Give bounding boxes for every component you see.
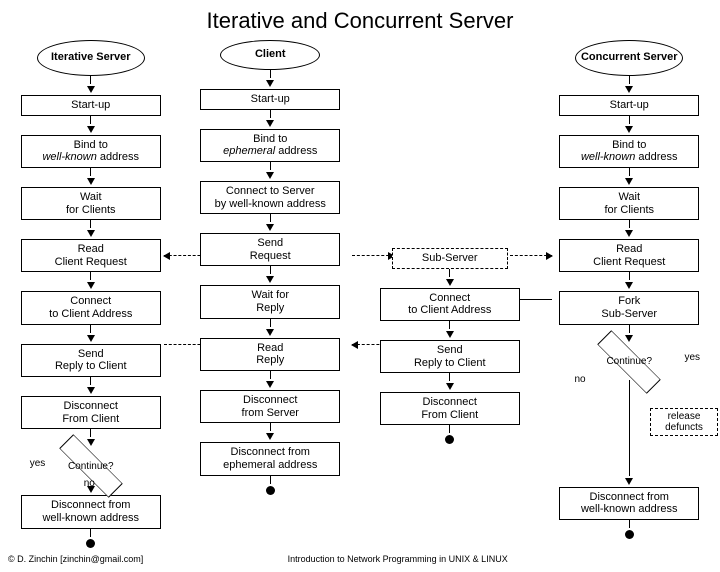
sub-send: SendReply to Client — [380, 340, 520, 373]
col-concurrent: Concurrent Server Start-up Bind towell-k… — [547, 40, 713, 539]
iter-send: SendReply to Client — [21, 344, 161, 377]
col-iterative: Iterative Server Start-up Bind towell-kn… — [8, 40, 174, 548]
conc-fork: ForkSub-Server — [559, 291, 699, 324]
header-client: Client — [220, 40, 320, 70]
conc-disc-wk: Disconnect fromwell-known address — [559, 487, 699, 520]
iter-yes: yes — [30, 458, 46, 469]
conc-startup: Start-up — [559, 95, 699, 116]
conc-no: no — [575, 374, 586, 385]
client-wait: Wait forReply — [200, 285, 340, 318]
iter-wait: Waitfor Clients — [21, 187, 161, 220]
client-bind: Bind toephemeral address — [200, 129, 340, 162]
client-startup: Start-up — [200, 89, 340, 110]
sub-header: Sub-Server — [392, 248, 508, 269]
sub-end — [445, 435, 454, 444]
client-end — [266, 486, 275, 495]
client-send: SendRequest — [200, 233, 340, 266]
sub-connect: Connectto Client Address — [380, 288, 520, 321]
iter-no: no — [84, 478, 95, 489]
copyright: © D. Zinchin [zinchin@gmail.com] — [8, 554, 143, 564]
client-read: ReadReply — [200, 338, 340, 371]
conc-wait: Waitfor Clients — [559, 187, 699, 220]
col-client: Client Start-up Bind toephemeral address… — [188, 40, 354, 495]
conc-end — [625, 530, 634, 539]
client-disc-eph: Disconnect fromephemeral address — [200, 442, 340, 475]
conc-read: ReadClient Request — [559, 239, 699, 272]
footer: © D. Zinchin [zinchin@gmail.com] Introdu… — [8, 554, 712, 564]
conc-continue: Continue? — [594, 344, 664, 380]
header-iterative: Iterative Server — [37, 40, 145, 76]
caption: Introduction to Network Programming in U… — [288, 554, 508, 564]
iter-connect: Connectto Client Address — [21, 291, 161, 324]
iter-bind: Bind towell-known address — [21, 135, 161, 168]
sub-disc: DisconnectFrom Client — [380, 392, 520, 425]
conc-release: releasedefuncts — [650, 408, 718, 436]
iter-startup: Start-up — [21, 95, 161, 116]
page-title: Iterative and Concurrent Server — [8, 8, 712, 34]
iter-read: ReadClient Request — [21, 239, 161, 272]
client-connect: Connect to Serverby well-known address — [200, 181, 340, 214]
diagram: Iterative Server Start-up Bind towell-kn… — [8, 40, 712, 548]
iter-disconnect: DisconnectFrom Client — [21, 396, 161, 429]
col-subserver: Sub-Server Connectto Client Address Send… — [367, 40, 533, 444]
client-disc: Disconnectfrom Server — [200, 390, 340, 423]
iter-disc-wk: Disconnect fromwell-known address — [21, 495, 161, 528]
conc-bind: Bind towell-known address — [559, 135, 699, 168]
conc-yes: yes — [684, 352, 700, 363]
header-concurrent: Concurrent Server — [575, 40, 683, 76]
